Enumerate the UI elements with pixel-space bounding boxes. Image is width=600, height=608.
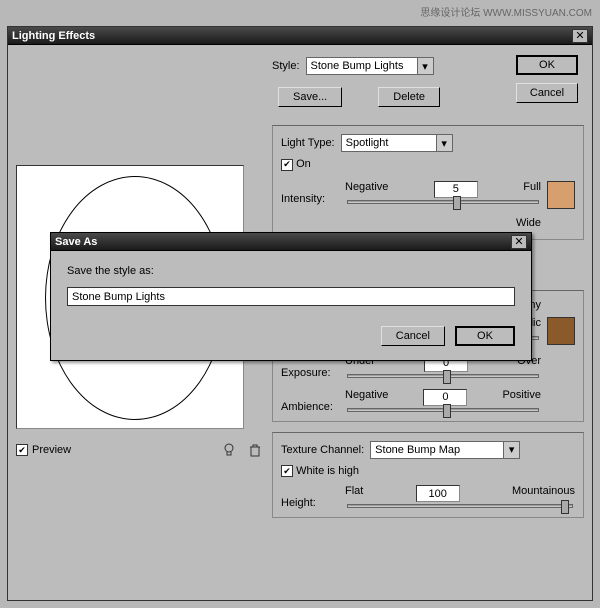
light-type-value: Spotlight: [346, 137, 389, 149]
texture-channel-select[interactable]: Stone Bump Map ▾: [370, 441, 520, 459]
saveas-title: Save As: [55, 236, 511, 248]
white-is-high-label: White is high: [296, 465, 359, 477]
exposure-label: Exposure:: [281, 367, 339, 379]
exposure-slider[interactable]: [347, 374, 539, 378]
chevron-down-icon: ▾: [436, 135, 452, 151]
preview-checkbox[interactable]: ✔ Preview: [16, 444, 71, 456]
intensity-left-label: Negative: [345, 181, 388, 198]
delete-style-button[interactable]: Delete: [378, 87, 440, 107]
texture-channel-label: Texture Channel:: [281, 444, 364, 456]
light-type-label: Light Type:: [281, 137, 335, 149]
ambient-color-swatch[interactable]: [547, 317, 575, 345]
height-slider[interactable]: [347, 504, 573, 508]
intensity-slider[interactable]: [347, 200, 539, 204]
light-type-group: Light Type: Spotlight ▾ ✔ On Intensity:: [272, 125, 584, 240]
height-value[interactable]: 100: [416, 485, 460, 502]
ambience-slider[interactable]: [347, 408, 539, 412]
bulb-icon[interactable]: [220, 441, 238, 459]
ambience-left-label: Negative: [345, 389, 388, 406]
texture-group: Texture Channel: Stone Bump Map ▾ ✔ Whit…: [272, 432, 584, 519]
on-checkbox[interactable]: ✔ On: [281, 158, 311, 171]
titlebar: Lighting Effects ✕: [8, 27, 592, 45]
height-label: Height:: [281, 497, 339, 509]
light-type-select[interactable]: Spotlight ▾: [341, 134, 453, 152]
style-label: Style:: [272, 60, 300, 72]
preview-label: Preview: [32, 444, 71, 456]
on-label: On: [296, 158, 311, 170]
cancel-button[interactable]: Cancel: [516, 83, 578, 103]
trash-icon[interactable]: [246, 441, 264, 459]
white-is-high-checkbox[interactable]: ✔ White is high: [281, 465, 359, 478]
height-left-label: Flat: [345, 485, 363, 502]
style-select[interactable]: Stone Bump Lights ▾: [306, 57, 434, 75]
saveas-cancel-button[interactable]: Cancel: [381, 326, 445, 346]
ambience-right-label: Positive: [502, 389, 541, 406]
saveas-titlebar: Save As ✕: [51, 233, 531, 251]
dialog-title: Lighting Effects: [12, 30, 572, 42]
ambience-label: Ambience:: [281, 401, 339, 413]
saveas-ok-button[interactable]: OK: [455, 326, 515, 346]
save-as-dialog: Save As ✕ Save the style as: Stone Bump …: [50, 232, 532, 361]
light-color-swatch[interactable]: [547, 181, 575, 209]
chevron-down-icon: ▾: [503, 442, 519, 458]
style-value: Stone Bump Lights: [311, 60, 404, 72]
focus-right-label: Wide: [516, 217, 541, 229]
texture-channel-value: Stone Bump Map: [375, 444, 460, 456]
intensity-label: Intensity:: [281, 193, 339, 205]
close-icon[interactable]: ✕: [572, 29, 588, 43]
ok-button[interactable]: OK: [516, 55, 578, 75]
chevron-down-icon: ▾: [417, 58, 433, 74]
save-style-button[interactable]: Save...: [278, 87, 342, 107]
watermark-text: 思缘设计论坛 WWW.MISSYUAN.COM: [420, 4, 592, 19]
intensity-right-label: Full: [523, 181, 541, 198]
saveas-prompt: Save the style as:: [67, 265, 515, 277]
close-icon[interactable]: ✕: [511, 235, 527, 249]
saveas-input[interactable]: Stone Bump Lights: [67, 287, 515, 306]
